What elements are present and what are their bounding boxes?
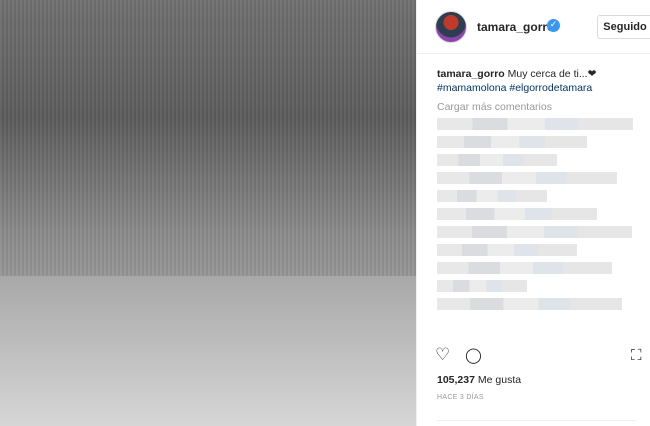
caption-text: Muy cerca de ti...❤ [507,68,597,80]
comment-blur [437,244,577,256]
photo-floor [0,276,416,426]
heart-icon[interactable]: ♡ [435,345,450,365]
post-caption: tamara_gorro Muy cerca de ti...❤ #mamamo… [437,67,642,95]
comment-blur [437,226,632,238]
comment-blur [437,298,622,310]
comment-blur [437,136,587,148]
likes-count[interactable]: 105,237 Me gusta [437,374,521,386]
comment-blur [437,280,527,292]
comment-blur [437,154,557,166]
comment-blur [437,172,617,184]
load-more-comments-link[interactable]: Cargar más comentarios [437,101,552,113]
post-photo[interactable] [0,0,416,426]
avatar[interactable] [435,11,467,43]
following-button[interactable]: Seguido [597,15,650,39]
caption-hashtags[interactable]: #mamamolona #elgorrodetamara [437,82,592,94]
add-comment-divider [437,420,637,426]
verified-badge-icon: ✓ [547,19,560,32]
blurred-comments-list [437,118,637,316]
comment-blur [437,262,612,274]
post-actions-bar: ♡ ◯ ⛶ [417,342,650,368]
post-header: tamara_gorro ✓ Seguido [417,0,650,54]
caption-username[interactable]: tamara_gorro [437,68,505,80]
bookmark-icon[interactable]: ⛶ [631,345,642,365]
comment-blur [437,190,547,202]
likes-number: 105,237 [437,374,475,386]
comment-blur [437,118,633,130]
comment-blur [437,208,597,220]
likes-label: Me gusta [477,374,522,386]
post-side-panel: tamara_gorro ✓ Seguido tamara_gorro Muy … [416,0,650,426]
comment-icon[interactable]: ◯ [465,345,482,365]
post-timestamp[interactable]: HACE 3 DÍAS [437,394,484,401]
post-username[interactable]: tamara_gorro [477,20,554,34]
